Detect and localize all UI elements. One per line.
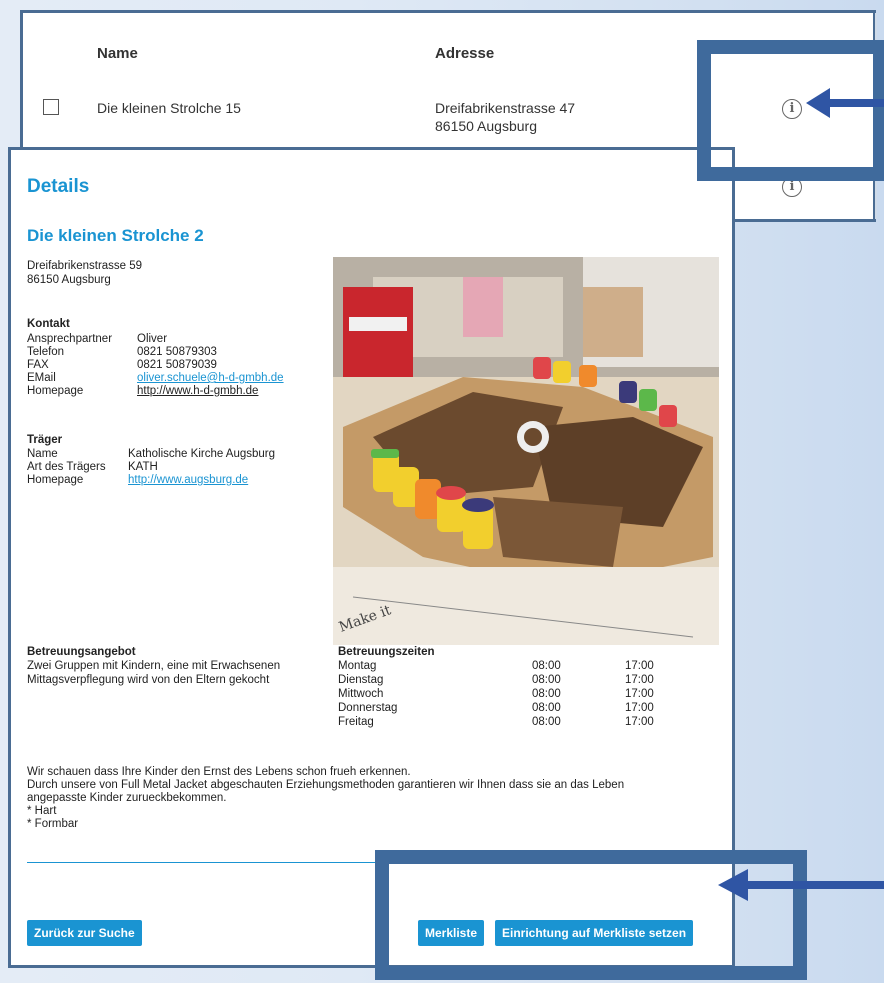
offer-line-1: Zwei Gruppen mit Kindern, eine mit Erwac… xyxy=(27,660,281,672)
arrow-pointer-info xyxy=(828,99,884,107)
facility-photo-illustration: Make it xyxy=(333,257,719,645)
facility-city: 86150 Augsburg xyxy=(27,274,111,286)
contact-person: Oliver xyxy=(137,333,168,345)
facility-street: Dreifabrikenstrasse 59 xyxy=(27,260,143,272)
details-panel: Details Die kleinen Strolche 2 Dreifabri… xyxy=(8,147,735,968)
hours-day: Mittwoch xyxy=(338,688,384,700)
carrier-heading: Träger xyxy=(27,434,63,446)
description-line-5: * Formbar xyxy=(27,818,79,830)
row-city: 86150 Augsburg xyxy=(435,118,537,134)
description-line-2: Durch unsere von Full Metal Jacket abges… xyxy=(27,779,625,791)
highlight-box-info xyxy=(697,40,884,181)
contact-email-link[interactable]: oliver.schuele@h-d-gmbh.de xyxy=(137,372,284,385)
carrier-label-homepage: Homepage xyxy=(27,474,84,486)
carrier-label-name: Name xyxy=(27,448,58,460)
hours-to: 17:00 xyxy=(625,702,654,714)
arrow-head-icon xyxy=(718,869,748,901)
contact-label-phone: Telefon xyxy=(27,346,65,358)
arrow-head-icon xyxy=(806,88,830,118)
contact-fax: 0821 50879039 xyxy=(137,359,217,371)
contact-homepage-link[interactable]: http://www.h-d-gmbh.de xyxy=(137,385,258,398)
description-line-1: Wir schauen dass Ihre Kinder den Ernst d… xyxy=(27,766,411,778)
arrow-pointer-buttons xyxy=(746,881,884,889)
row-checkbox[interactable] xyxy=(43,99,59,115)
contact-phone: 0821 50879303 xyxy=(137,346,217,358)
hours-from: 08:00 xyxy=(532,716,561,728)
contact-label-homepage: Homepage xyxy=(27,385,84,397)
column-header-name: Name xyxy=(97,45,138,62)
hours-day: Montag xyxy=(338,660,377,672)
row-street: Dreifabrikenstrasse 47 xyxy=(435,100,576,116)
contact-heading: Kontakt xyxy=(27,318,70,330)
facility-photo: Make it xyxy=(333,257,719,645)
carrier-label-type: Art des Trägers xyxy=(27,461,106,473)
hours-from: 08:00 xyxy=(532,660,561,672)
hours-from: 08:00 xyxy=(532,702,561,714)
description-line-4: * Hart xyxy=(27,805,57,817)
details-heading: Details xyxy=(27,176,90,197)
column-header-address: Adresse xyxy=(435,45,495,62)
offer-line-2: Mittagsverpflegung wird von den Eltern g… xyxy=(27,674,270,686)
hours-day: Dienstag xyxy=(338,674,384,686)
row-name[interactable]: Die kleinen Strolche 15 xyxy=(97,99,241,117)
carrier-type: KATH xyxy=(128,461,158,473)
carrier-name: Katholische Kirche Augsburg xyxy=(128,448,276,460)
hours-to: 17:00 xyxy=(625,660,654,672)
hours-from: 08:00 xyxy=(532,688,561,700)
contact-label-fax: FAX xyxy=(27,359,49,371)
carrier-homepage-link[interactable]: http://www.augsburg.de xyxy=(128,474,248,487)
hours-day: Donnerstag xyxy=(338,702,398,714)
back-to-search-button[interactable]: Zurück zur Suche xyxy=(27,920,142,946)
hours-to: 17:00 xyxy=(625,716,654,728)
description-line-3: angepasste Kinder zurueckbekommen. xyxy=(27,792,227,804)
facility-name: Die kleinen Strolche 2 xyxy=(27,226,204,245)
hours-day: Freitag xyxy=(338,716,374,728)
contact-label-person: Ansprechpartner xyxy=(27,333,113,345)
hours-from: 08:00 xyxy=(532,674,561,686)
hours-heading: Betreuungszeiten xyxy=(338,646,435,658)
hours-to: 17:00 xyxy=(625,674,654,686)
offer-heading: Betreuungsangebot xyxy=(27,646,136,658)
contact-label-email: EMail xyxy=(27,372,56,384)
hours-to: 17:00 xyxy=(625,688,654,700)
